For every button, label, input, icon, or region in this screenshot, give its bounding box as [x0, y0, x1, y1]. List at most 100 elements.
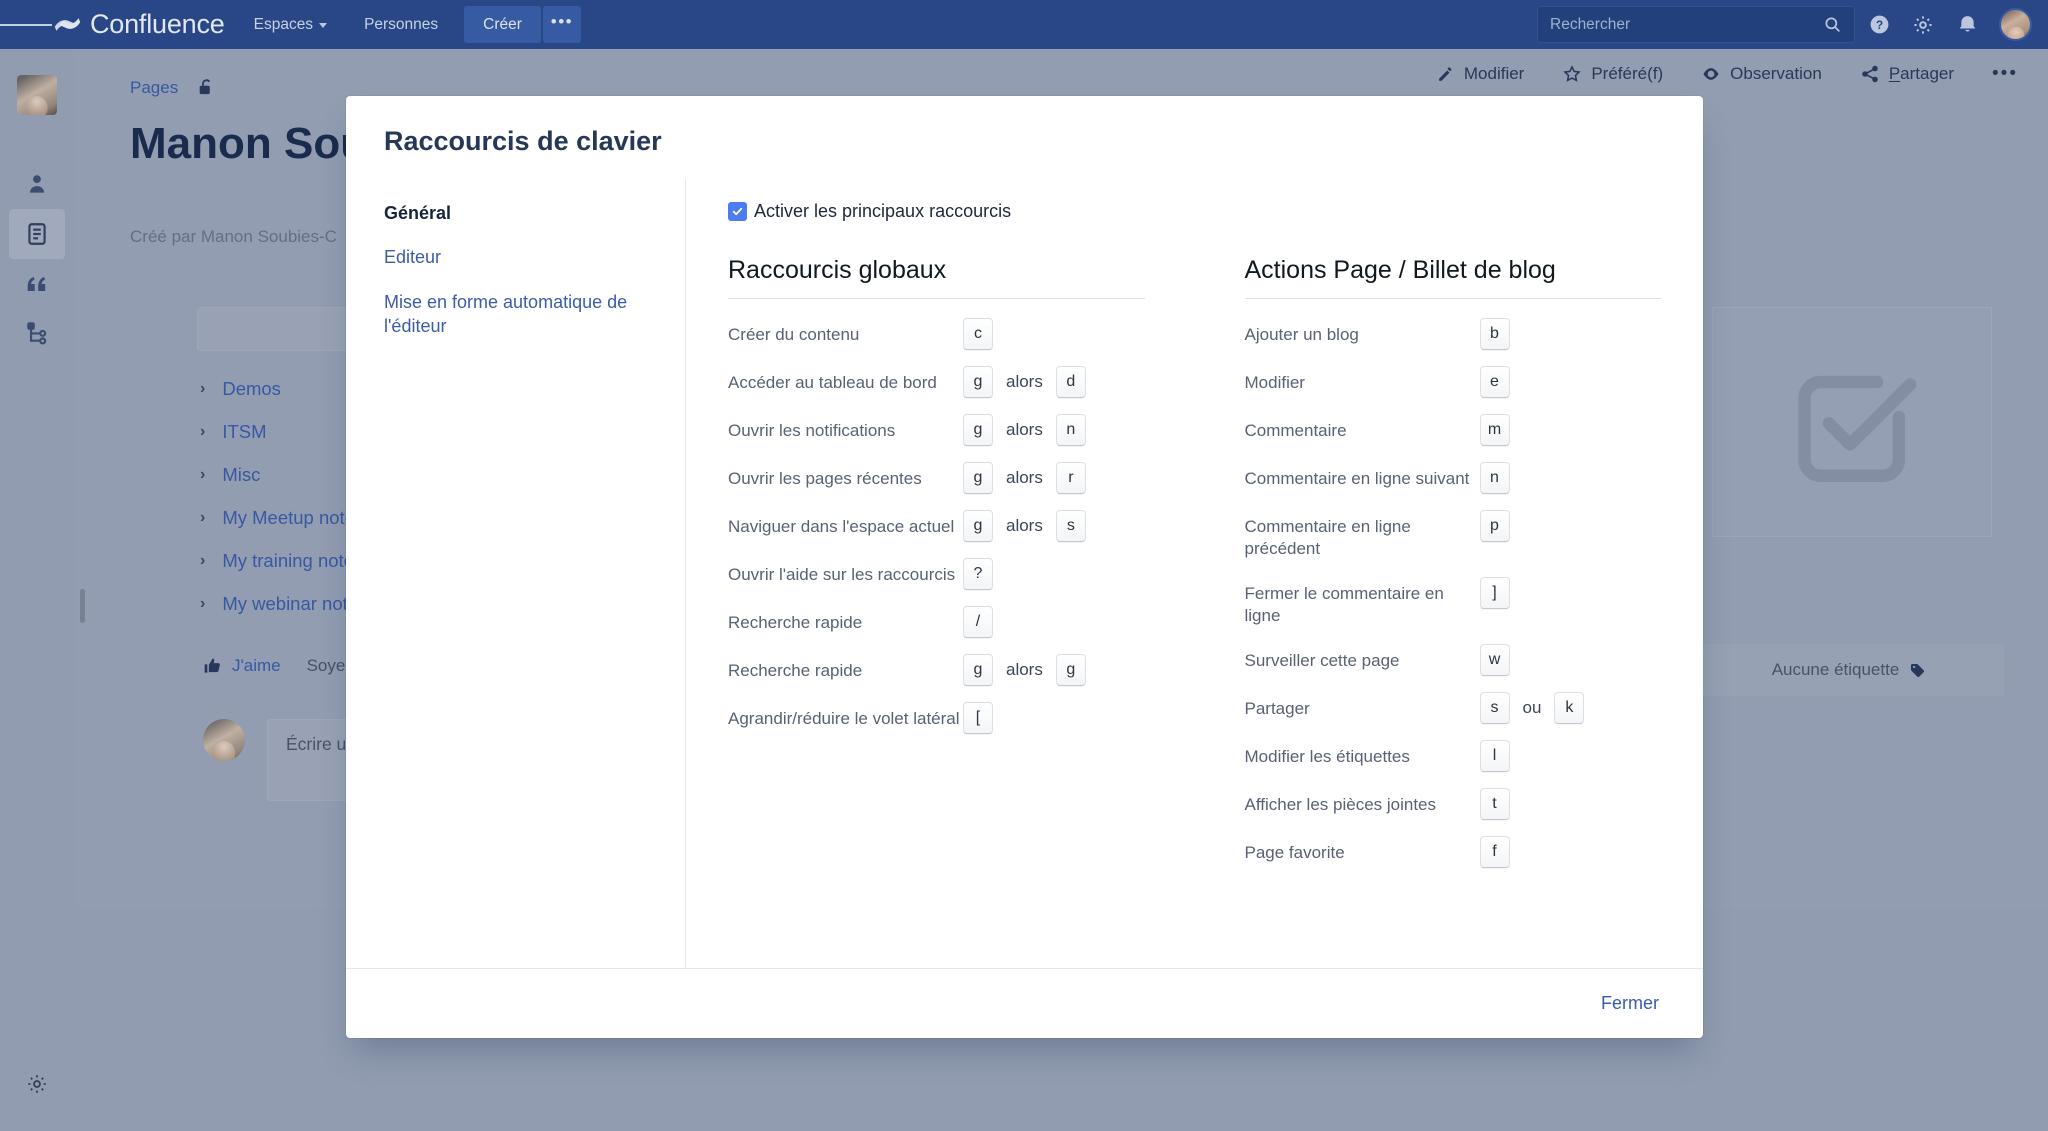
shortcut-keys: g alors s — [963, 508, 1086, 542]
shortcut-label: Recherche rapide — [728, 613, 863, 632]
key-cap: t — [1479, 787, 1510, 820]
key-cap: c — [963, 318, 993, 350]
shortcut-row: Recherche rapide g alors g — [728, 645, 1145, 693]
shortcut-row: Agrandir/réduire le volet latéral [ — [728, 693, 1145, 741]
shortcut-column-page-actions: Actions Page / Billet de blog Ajouter un… — [1244, 256, 1662, 875]
shortcut-label: Ouvrir les pages récentes — [728, 469, 922, 488]
key-separator: ou — [1522, 697, 1542, 717]
shortcut-keys: s ou k — [1479, 690, 1585, 724]
shortcut-label: Ouvrir l'aide sur les raccourcis — [728, 565, 956, 584]
shortcut-label: Recherche rapide — [728, 661, 863, 680]
key-cap: w — [1479, 643, 1510, 676]
key-cap: s — [1055, 510, 1086, 542]
shortcut-row: Commentaire en ligne précédent p — [1245, 501, 1662, 568]
key-cap: m — [1479, 414, 1510, 446]
key-cap: s — [1479, 691, 1510, 724]
shortcut-label: Commentaire — [1244, 421, 1347, 440]
shortcut-keys: g alors n — [963, 412, 1086, 446]
shortcut-keys: g alors g — [963, 652, 1086, 686]
column-title: Raccourcis globaux — [728, 256, 1145, 299]
shortcut-keys: w — [1479, 642, 1510, 676]
dialog-nav-editeur[interactable]: Editeur — [384, 245, 655, 269]
shortcut-column-global: Raccourcis globaux Créer du contenu c Ac… — [728, 256, 1145, 875]
shortcut-keys: p — [1479, 508, 1510, 542]
key-cap: g — [1055, 654, 1086, 686]
shortcut-keys: [ — [963, 700, 993, 734]
dialog-nav-general[interactable]: Général — [384, 201, 655, 225]
key-separator: alors — [1006, 372, 1043, 391]
dialog-footer: Fermer — [346, 968, 1703, 1038]
shortcut-row: Modifier les étiquettes l — [1245, 731, 1662, 779]
key-cap: n — [1479, 462, 1510, 494]
shortcut-row: Créer du contenu c — [728, 309, 1145, 357]
shortcut-row: Partager s ou k — [1245, 683, 1662, 731]
keyboard-shortcuts-dialog: Raccourcis de clavier Général Editeur Mi… — [346, 96, 1703, 1038]
shortcut-label: Naviguer dans l'espace actuel — [728, 517, 955, 536]
shortcut-label: Ouvrir les notifications — [728, 421, 896, 440]
key-cap: k — [1554, 691, 1585, 724]
shortcut-row: Ouvrir les notifications g alors n — [728, 405, 1145, 453]
dialog-nav-autoformat[interactable]: Mise en forme automatique de l'éditeur — [384, 290, 655, 339]
key-cap: [ — [963, 702, 993, 734]
shortcut-label: Afficher les pièces jointes — [1244, 794, 1437, 814]
shortcut-label: Accéder au tableau de bord — [728, 373, 937, 392]
shortcut-row: Commentaire en ligne suivant n — [1245, 453, 1662, 501]
key-cap: p — [1479, 510, 1510, 542]
shortcut-row: Naviguer dans l'espace actuel g alors s — [728, 501, 1145, 549]
shortcut-keys: f — [1479, 834, 1510, 868]
key-separator: alors — [1006, 660, 1043, 679]
key-separator: alors — [1006, 468, 1043, 487]
key-cap: r — [1055, 462, 1086, 494]
key-cap: b — [1479, 318, 1510, 350]
close-dialog-button[interactable]: Fermer — [1595, 989, 1665, 1018]
column-title: Actions Page / Billet de blog — [1244, 256, 1661, 299]
shortcut-label: Page favorite — [1244, 842, 1345, 862]
shortcut-row: Ouvrir l'aide sur les raccourcis ? — [728, 549, 1145, 597]
shortcut-keys: / — [963, 604, 993, 638]
dialog-content: Activer les principaux raccourcis Raccou… — [686, 179, 1703, 968]
shortcut-label: Commentaire en ligne suivant — [1244, 469, 1470, 488]
shortcut-row: Modifier e — [1245, 357, 1662, 405]
key-cap: e — [1479, 366, 1510, 398]
key-cap: / — [963, 606, 993, 638]
enable-shortcuts-label: Activer les principaux raccourcis — [754, 201, 1012, 221]
shortcut-keys: c — [963, 316, 993, 350]
shortcut-keys: m — [1479, 412, 1510, 446]
shortcut-keys: e — [1479, 364, 1510, 398]
key-separator: alors — [1006, 516, 1043, 535]
shortcut-row: Fermer le commentaire en ligne ] — [1245, 568, 1662, 635]
enable-shortcuts-checkbox[interactable] — [728, 202, 747, 221]
key-cap: ? — [963, 558, 993, 590]
enable-shortcuts-checkbox-row[interactable]: Activer les principaux raccourcis — [728, 201, 1661, 222]
shortcut-keys: b — [1479, 316, 1510, 350]
key-cap: ] — [1479, 576, 1510, 609]
key-cap: n — [1055, 414, 1086, 446]
shortcut-label: Créer du contenu — [728, 325, 860, 344]
shortcut-label: Fermer le commentaire en ligne — [1244, 583, 1444, 626]
shortcut-row: Commentaire m — [1245, 405, 1662, 453]
shortcut-row: Ouvrir les pages récentes g alors r — [728, 453, 1145, 501]
shortcut-keys: n — [1479, 460, 1510, 494]
shortcut-label: Ajouter un blog — [1244, 325, 1359, 344]
key-cap: g — [963, 366, 993, 398]
shortcut-row: Accéder au tableau de bord g alors d — [728, 357, 1145, 405]
dialog-header: Raccourcis de clavier — [346, 96, 1703, 179]
shortcut-keys: t — [1479, 786, 1510, 820]
key-cap: g — [963, 510, 993, 542]
shortcut-label: Modifier — [1244, 373, 1305, 392]
key-separator: alors — [1006, 420, 1043, 439]
dialog-sidebar: Général Editeur Mise en forme automatiqu… — [346, 179, 686, 968]
shortcut-label: Partager — [1244, 698, 1310, 718]
shortcut-keys: g alors d — [963, 364, 1086, 398]
shortcut-row: Surveiller cette page w — [1245, 635, 1662, 683]
shortcut-row: Afficher les pièces jointes t — [1245, 779, 1662, 827]
shortcut-label: Modifier les étiquettes — [1244, 746, 1410, 766]
key-cap: f — [1479, 835, 1510, 868]
key-cap: l — [1479, 739, 1510, 772]
key-cap: g — [963, 414, 993, 446]
key-cap: g — [963, 462, 993, 494]
key-cap: d — [1055, 366, 1086, 398]
shortcut-keys: g alors r — [963, 460, 1086, 494]
shortcut-keys: l — [1479, 738, 1510, 772]
dialog-title: Raccourcis de clavier — [384, 126, 662, 156]
